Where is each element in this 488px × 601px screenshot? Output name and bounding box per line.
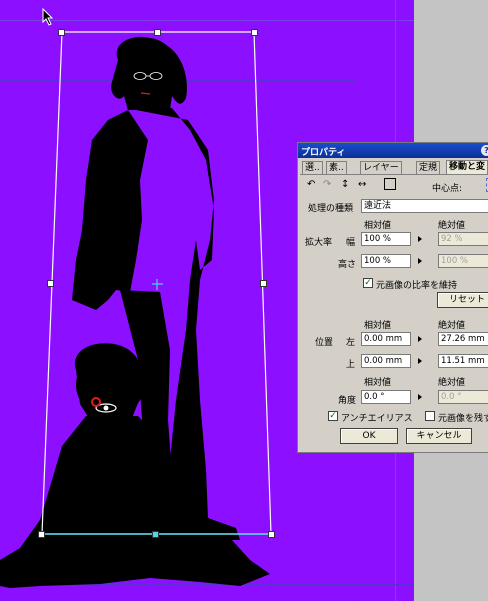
center-point-label: 中心点: (432, 184, 463, 194)
keep-original-checkbox[interactable] (425, 411, 435, 421)
tab-layer[interactable]: レイヤー (360, 161, 402, 174)
flip-vertical-icon[interactable]: ↕ (341, 179, 349, 190)
scale-height-relative-input[interactable]: 100 % (361, 254, 411, 268)
left-label: 左 (346, 338, 356, 348)
transform-handle-bottom-left[interactable] (38, 531, 45, 538)
scale-height-absolute-input[interactable]: 100 % (438, 254, 488, 268)
antialias-checkbox[interactable]: ✓ (328, 411, 338, 421)
arrow-right-icon (418, 394, 422, 400)
arrow-right-icon (418, 258, 422, 264)
absolute-header: 絶対値 (438, 221, 466, 231)
tab-ruler[interactable]: 定規 (416, 161, 441, 174)
position-left-absolute-input[interactable]: 27.26 mm (438, 332, 488, 346)
scale-width-absolute-input[interactable]: 92 % (438, 232, 488, 246)
transform-handle-bottom[interactable] (152, 531, 159, 538)
transform-handle-top-right[interactable] (251, 29, 258, 36)
processing-type-select[interactable]: 遠近法 (361, 199, 488, 213)
center-point-marker (152, 279, 163, 290)
transform-handle-bottom-right[interactable] (268, 531, 275, 538)
position-top-relative-input[interactable]: 0.00 mm (361, 354, 411, 368)
scale-width-relative-input[interactable]: 100 % (361, 232, 411, 246)
absolute-header: 絶対値 (438, 378, 466, 388)
tab-divider (300, 174, 488, 175)
position-label: 位置 (315, 338, 334, 348)
processing-type-label: 処理の種類 (308, 204, 354, 214)
angle-relative-input[interactable]: 0.0 ° (361, 390, 411, 404)
scale-label: 拡大率 (305, 238, 333, 248)
relative-header: 相対値 (364, 378, 392, 388)
rotate-left-icon[interactable]: ↶ (307, 179, 315, 190)
transform-handle-top-left[interactable] (58, 29, 65, 36)
arrow-right-icon (418, 236, 422, 242)
transform-handle-top[interactable] (154, 29, 161, 36)
rotate-right-icon[interactable]: ↷ (323, 179, 331, 190)
properties-window: プロパティ ? 選.. 素.. レイヤー 定規 移動と変 ↶ ↷ ↕ ↔ 中心点… (298, 143, 488, 452)
reset-button[interactable]: リセット (437, 292, 488, 308)
relative-header: 相対値 (364, 221, 392, 231)
help-icon[interactable]: ? (481, 145, 488, 156)
top-label: 上 (346, 360, 356, 370)
angle-absolute-input[interactable]: 0.0 ° (438, 390, 488, 404)
transform-handle-left[interactable] (47, 280, 54, 287)
keep-original-label: 元画像を残す (438, 414, 488, 424)
position-left-relative-input[interactable]: 0.00 mm (361, 332, 411, 346)
arrow-right-icon (418, 358, 422, 364)
cancel-button[interactable]: キャンセル (406, 428, 472, 444)
flip-horizontal-icon[interactable]: ↔ (358, 179, 366, 190)
tab-material[interactable]: 素.. (326, 161, 347, 174)
width-label: 幅 (346, 238, 356, 248)
relative-header: 相対値 (364, 321, 392, 331)
keep-ratio-label: 元画像の比率を維持 (376, 281, 458, 291)
height-label: 高さ (338, 260, 357, 270)
fit-frame-icon[interactable] (384, 178, 396, 190)
ok-button[interactable]: OK (340, 428, 398, 444)
properties-titlebar[interactable]: プロパティ ? (298, 143, 488, 158)
keep-ratio-checkbox[interactable]: ✓ (363, 278, 373, 288)
antialias-label: アンチエイリアス (341, 414, 413, 424)
mouse-pointer-icon (42, 8, 54, 26)
angle-label: 角度 (338, 396, 357, 406)
tab-selection[interactable]: 選.. (302, 161, 323, 174)
absolute-header: 絶対値 (438, 321, 466, 331)
window-title: プロパティ (301, 148, 346, 158)
transform-handle-right[interactable] (260, 280, 267, 287)
position-top-absolute-input[interactable]: 11.51 mm (438, 354, 488, 368)
arrow-right-icon (418, 336, 422, 342)
tab-move-transform[interactable]: 移動と変 (446, 160, 488, 175)
